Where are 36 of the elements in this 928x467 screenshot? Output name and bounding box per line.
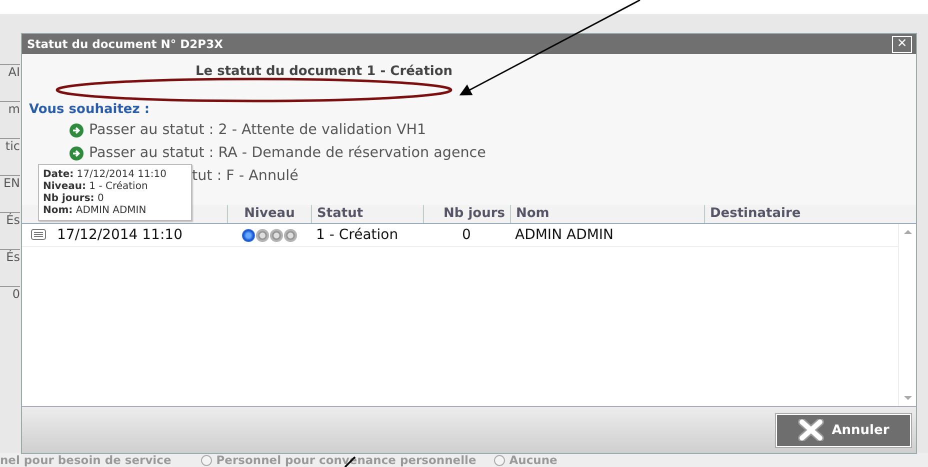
tooltip-line: Nb jours: 0 — [43, 193, 105, 204]
page-fragment-text: EN — [0, 175, 20, 190]
page-fragment-text: m — [0, 101, 20, 116]
cancel-button[interactable]: Annuler — [775, 412, 912, 448]
column-header[interactable]: Nom — [510, 205, 704, 223]
option-label: Aucune — [509, 453, 558, 467]
table-cell: 0 — [462, 227, 471, 243]
window-title: Statut du document N° D2P3X — [27, 37, 223, 51]
page-fragment-text: tic — [0, 138, 20, 153]
column-header[interactable]: Niveau — [227, 205, 311, 223]
status-choice-link[interactable]: Passer au statut : RA - Demande de réservation agence — [89, 145, 486, 161]
status-choice-link[interactable]: tut : F - Annulé — [192, 168, 298, 184]
x-icon — [798, 419, 824, 441]
table-cell: 17/12/2014 11:10 — [57, 227, 182, 243]
option-label: nel pour besoin de service — [0, 453, 172, 467]
status-choice-link[interactable]: Passer au statut : 2 - Attente de validation VH1 — [89, 122, 426, 138]
page-fragment-text: 0 — [0, 286, 20, 301]
arrow-circle-icon[interactable] — [69, 122, 84, 138]
column-header[interactable]: Statut — [311, 205, 423, 223]
column-header[interactable]: Nb jours — [423, 205, 510, 223]
arrow-circle-icon[interactable] — [69, 146, 84, 160]
close-button[interactable]: × — [892, 36, 912, 52]
current-status: Le statut du document 1 - Création — [194, 64, 454, 81]
column-header[interactable]: Destinataire — [704, 205, 916, 223]
tooltip-line: Date: 17/12/2014 11:10 — [43, 169, 168, 180]
tooltip-line: Nom: ADMIN ADMIN — [43, 205, 148, 216]
choices-heading: Vous souhaitez : — [29, 102, 151, 117]
tooltip-line: Niveau: 1 - Création — [43, 181, 149, 192]
page-fragment-text: És — [0, 212, 20, 227]
radio-button[interactable] — [201, 454, 212, 466]
page-fragment-text: AI — [0, 64, 20, 79]
page-fragment-text: És — [0, 249, 20, 264]
table-cell: 1 - Création — [316, 227, 398, 243]
radio-button[interactable] — [494, 454, 506, 466]
comment-icon[interactable] — [31, 229, 47, 241]
table-cell: ADMIN ADMIN — [515, 227, 614, 243]
